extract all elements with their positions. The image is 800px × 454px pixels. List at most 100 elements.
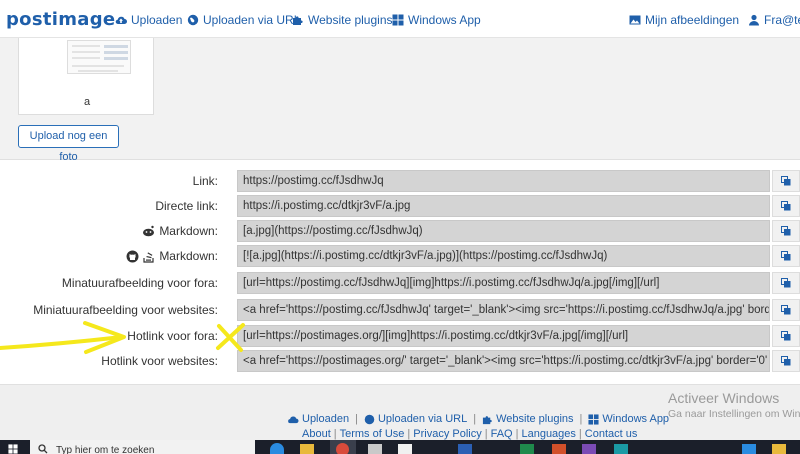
taskbar-search-placeholder: Typ hier om te zoeken — [56, 445, 155, 454]
image-thumbnail — [67, 40, 131, 74]
copy-icon — [781, 356, 791, 366]
taskbar-app-excel[interactable] — [520, 444, 534, 454]
postimage-logo[interactable]: postimage — [6, 9, 115, 30]
nav-windows-app[interactable]: Windows App — [392, 13, 481, 27]
row-label: Link: — [192, 174, 218, 188]
image-thumbnail-card[interactable]: a — [18, 38, 154, 115]
watermark-title: Activeer Windows — [668, 390, 780, 406]
link-field[interactable]: https://postimg.cc/fJsdhwJq — [237, 170, 770, 192]
hotlink-forum-field[interactable]: [url=https://postimages.org/][img]https:… — [237, 325, 770, 347]
footer-link-uploaden-via-url[interactable]: Uploaden via URL — [378, 413, 467, 425]
windows-start-icon[interactable] — [8, 444, 18, 454]
link-row: Miniatuurafbeelding voor websites: <a hr… — [0, 299, 800, 321]
markdown-github-field[interactable]: [![a.jpg](https://i.postimg.cc/dtkjr3vF/… — [237, 245, 770, 267]
markdown-reddit-field[interactable]: [a.jpg](https://postimg.cc/fJsdhwJq) — [237, 220, 770, 242]
image-icon — [629, 15, 641, 25]
footer-link-uploaden[interactable]: Uploaden — [302, 413, 349, 425]
taskbar-app-explorer[interactable] — [300, 444, 314, 454]
footer-link-website-plugins[interactable]: Website plugins — [496, 413, 573, 425]
copy-button[interactable] — [772, 220, 800, 242]
link-row: Hotlink voor fora: [url=https://postimag… — [0, 325, 800, 347]
user-icon — [749, 14, 759, 26]
nav-uploaden[interactable]: Uploaden — [115, 13, 182, 27]
row-label: Miniatuurafbeelding voor websites: — [33, 303, 218, 317]
footer-links: About | Terms of Use | Privacy Policy | FAQ | La… — [302, 428, 638, 440]
reddit-icon — [143, 225, 155, 237]
taskbar-app-powerpoint[interactable] — [552, 444, 566, 454]
nav-label: Fra@telenet.b — [764, 13, 800, 27]
row-label: Markdown: — [142, 224, 218, 238]
github-icon — [126, 250, 139, 262]
copy-icon — [781, 201, 791, 211]
puzzle-icon — [483, 415, 492, 424]
copy-icon — [781, 305, 791, 315]
footer-link-contact[interactable]: Contact us — [585, 428, 638, 440]
taskbar-app-teal[interactable] — [614, 444, 628, 454]
copy-icon — [781, 331, 791, 341]
nav-label: Website plugins — [308, 13, 393, 27]
row-label: Directe link: — [155, 199, 218, 213]
link-row: Link: https://postimg.cc/fJsdhwJq — [0, 170, 800, 192]
nav-label: Uploaden — [131, 13, 183, 27]
nav-label: Windows App — [408, 13, 481, 27]
link-row: Markdown: [![a.jpg](https://i.postimg.cc… — [0, 245, 800, 267]
windows-activation-watermark: Activeer Windows Ga naar Instellingen om… — [668, 390, 800, 420]
copy-button[interactable] — [772, 170, 800, 192]
stack-overflow-icon — [143, 251, 154, 263]
copy-button[interactable] — [772, 350, 800, 372]
copy-icon — [781, 251, 791, 261]
copy-button[interactable] — [772, 272, 800, 294]
row-label: Hotlink voor fora: — [127, 329, 218, 343]
row-label: Hotlink voor websites: — [101, 354, 218, 368]
top-navbar: postimage Uploaden Uploaden via URL Webs… — [0, 0, 800, 38]
copy-icon — [781, 176, 791, 186]
nav-website-plugins[interactable]: Website plugins — [292, 13, 393, 27]
hotlink-website-field[interactable]: <a href='https://postimages.org/' target… — [237, 350, 770, 372]
cloud-upload-icon — [115, 16, 127, 25]
globe-icon — [364, 414, 375, 424]
puzzle-icon — [293, 16, 303, 25]
cloud-upload-icon — [288, 416, 299, 423]
footer-nav: Uploaden | Uploaden via URL | Website pl… — [287, 413, 669, 425]
taskbar-app-mail[interactable] — [368, 444, 382, 454]
copy-icon — [781, 278, 791, 288]
globe-icon — [187, 14, 199, 26]
row-label: Minatuurafbeelding voor fora: — [61, 276, 218, 290]
thumbnail-forum-field[interactable]: [url=https://postimg.cc/fJsdhwJq][img]ht… — [237, 272, 770, 294]
link-row: Minatuurafbeelding voor fora: [url=https… — [0, 272, 800, 294]
taskbar-app-store[interactable] — [398, 444, 412, 454]
link-row: Hotlink voor websites: <a href='https://… — [0, 350, 800, 372]
footer-link-faq[interactable]: FAQ — [491, 428, 513, 440]
footer-link-terms[interactable]: Terms of Use — [340, 428, 405, 440]
direct-link-field[interactable]: https://i.postimg.cc/dtkjr3vF/a.jpg — [237, 195, 770, 217]
footer-link-privacy[interactable]: Privacy Policy — [413, 428, 481, 440]
nav-uploaden-via-url[interactable]: Uploaden via URL — [187, 13, 300, 27]
copy-button[interactable] — [772, 195, 800, 217]
copy-button[interactable] — [772, 245, 800, 267]
watermark-subtitle: Ga naar Instellingen om Windo — [668, 408, 800, 420]
copy-icon — [781, 226, 791, 236]
nav-user-account[interactable]: Fra@telenet.b — [748, 13, 800, 27]
thumbnail-website-field[interactable]: <a href='https://postimg.cc/fJsdhwJq' ta… — [237, 299, 770, 321]
row-label: Markdown: — [126, 249, 218, 263]
windows-icon — [392, 14, 404, 26]
footer-link-languages[interactable]: Languages — [521, 428, 575, 440]
nav-label: Mijn afbeeldingen — [645, 13, 740, 27]
thumbnail-caption: a — [83, 96, 91, 108]
footer-link-about[interactable]: About — [302, 428, 331, 440]
upload-again-button[interactable]: Upload nog een foto — [18, 125, 119, 163]
taskbar-app-yellow[interactable] — [772, 444, 786, 454]
link-row: Markdown: [a.jpg](https://postimg.cc/fJs… — [0, 220, 800, 242]
taskbar-app-word[interactable] — [458, 444, 472, 454]
nav-label: Uploaden via URL — [203, 13, 301, 27]
copy-button[interactable] — [772, 325, 800, 347]
link-row: Directe link: https://i.postimg.cc/dtkjr… — [0, 195, 800, 217]
taskbar-app-edge[interactable] — [270, 443, 284, 454]
taskbar-app-blue[interactable] — [742, 444, 756, 454]
taskbar-app-purple[interactable] — [582, 444, 596, 454]
footer-link-windows-app[interactable]: Windows App — [602, 413, 669, 425]
nav-mijn-afbeeldingen[interactable]: Mijn afbeeldingen — [629, 13, 739, 27]
windows-taskbar: Typ hier om te zoeken — [0, 440, 800, 454]
copy-button[interactable] — [772, 299, 800, 321]
taskbar-app-chrome[interactable] — [330, 440, 356, 454]
